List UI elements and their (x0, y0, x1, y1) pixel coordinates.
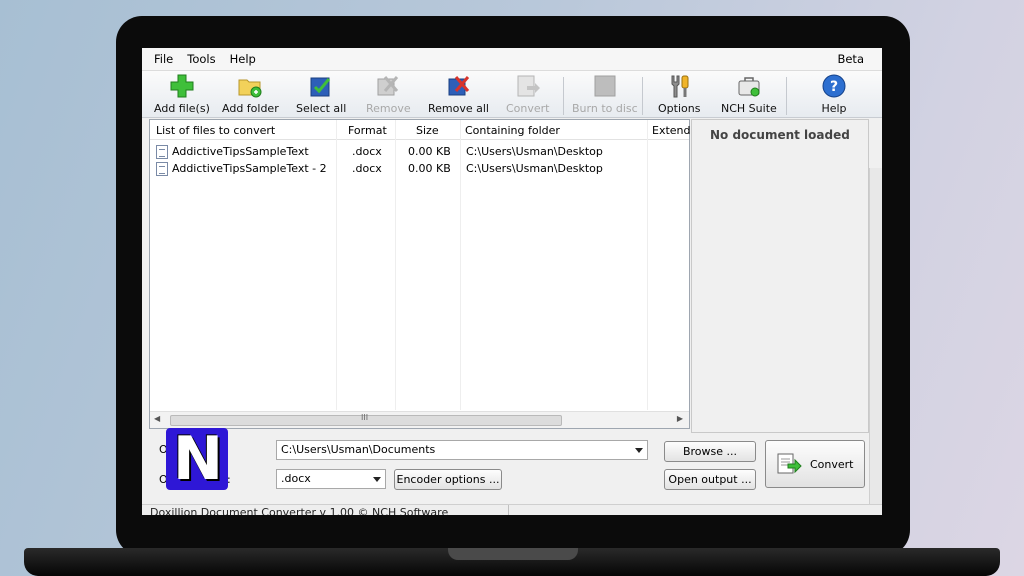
convert-doc-icon (776, 451, 802, 477)
convert-toolbar-label: Convert (506, 102, 550, 115)
chevron-down-icon[interactable] (373, 477, 381, 482)
preview-message: No document loaded (710, 128, 850, 142)
toolbar-separator (786, 77, 787, 115)
beta-label: Beta (837, 52, 864, 66)
scroll-left-icon[interactable]: ◀ (154, 414, 160, 423)
scrollbar-thumb[interactable]: III (170, 413, 562, 426)
nch-suite-label: NCH Suite (721, 102, 777, 115)
remove-all-button[interactable]: Remove all (428, 73, 489, 117)
table-row[interactable]: AddictiveTipsSampleText - 2 .docx 0.00 K… (150, 161, 689, 177)
output-format-select[interactable]: .docx (276, 469, 386, 489)
table-row[interactable]: AddictiveTipsSampleText .docx 0.00 KB C:… (150, 144, 689, 160)
options-label: Options (658, 102, 701, 115)
remove-label: Remove (366, 102, 411, 115)
convert-label: Convert (810, 457, 854, 471)
laptop-notch (448, 548, 578, 560)
file-list[interactable]: List of files to convert Format Size Con… (149, 119, 690, 429)
file-name: AddictiveTipsSampleText (172, 145, 309, 158)
vertical-scrollbar[interactable] (869, 168, 882, 515)
remove-icon (375, 73, 401, 99)
status-text: Doxillion Document Converter v 1.00 © NC… (150, 506, 449, 515)
file-folder: C:\Users\Usman\Desktop (466, 145, 603, 158)
column-header-folder[interactable]: Containing folder (465, 124, 560, 137)
app-window: File Tools Help Beta Add file(s) Add fol… (142, 48, 882, 515)
file-list-header: List of files to convert Format Size Con… (150, 120, 690, 140)
file-size: 0.00 KB (408, 145, 451, 158)
convert-button[interactable]: Convert (765, 440, 865, 488)
remove-all-icon (446, 73, 472, 99)
open-output-button[interactable]: Open output ... (664, 469, 756, 490)
menu-bar: File Tools Help Beta (142, 48, 882, 70)
checkbox-checked-icon (308, 73, 334, 99)
menu-help[interactable]: Help (230, 52, 256, 66)
menu-file[interactable]: File (154, 52, 173, 66)
column-header-extended[interactable]: Extende (652, 124, 690, 137)
status-divider (508, 505, 509, 515)
select-all-label: Select all (296, 102, 347, 115)
convert-toolbar-button[interactable]: Convert (506, 73, 550, 117)
file-format: .docx (352, 162, 382, 175)
column-header-format[interactable]: Format (348, 124, 387, 137)
file-size: 0.00 KB (408, 162, 451, 175)
watermark-logo: N (166, 428, 228, 490)
scrollbar-grip: III (361, 413, 369, 422)
toolbox-icon (736, 73, 762, 99)
output-folder-value: C:\Users\Usman\Documents (281, 443, 436, 456)
burn-disc-icon (592, 73, 618, 99)
svg-text:?: ? (830, 79, 838, 95)
horizontal-scrollbar[interactable]: ◀ III ▶ (150, 411, 689, 428)
add-files-label: Add file(s) (154, 102, 210, 115)
add-files-button[interactable]: Add file(s) (154, 73, 210, 117)
add-folder-button[interactable]: Add folder (222, 73, 279, 117)
toolbar: Add file(s) Add folder Select all Remove (142, 70, 882, 118)
convert-doc-icon (515, 73, 541, 99)
help-button[interactable]: ? Help (821, 73, 847, 117)
folder-add-icon (237, 73, 263, 99)
remove-all-label: Remove all (428, 102, 489, 115)
browse-button[interactable]: Browse ... (664, 441, 756, 462)
file-folder: C:\Users\Usman\Desktop (466, 162, 603, 175)
output-format-value: .docx (281, 472, 311, 485)
options-button[interactable]: Options (658, 73, 700, 117)
toolbar-separator (563, 77, 564, 115)
nch-suite-button[interactable]: NCH Suite (721, 73, 777, 117)
help-icon: ? (821, 73, 847, 99)
remove-button[interactable]: Remove (366, 73, 411, 117)
output-folder-input[interactable]: C:\Users\Usman\Documents (276, 440, 648, 460)
status-bar: Doxillion Document Converter v 1.00 © NC… (142, 504, 882, 515)
wrench-icon (666, 73, 692, 99)
document-icon (156, 145, 168, 159)
plus-icon (169, 73, 195, 99)
preview-pane: No document loaded (691, 119, 869, 433)
encoder-options-button[interactable]: Encoder options ... (394, 469, 502, 490)
help-label: Help (821, 102, 847, 115)
column-header-size[interactable]: Size (416, 124, 439, 137)
select-all-button[interactable]: Select all (296, 73, 346, 117)
file-format: .docx (352, 145, 382, 158)
chevron-down-icon[interactable] (635, 448, 643, 453)
column-header-files[interactable]: List of files to convert (156, 124, 275, 137)
file-name: AddictiveTipsSampleText - 2 (172, 162, 327, 175)
toolbar-separator (642, 77, 643, 115)
menu-tools[interactable]: Tools (187, 52, 215, 66)
scroll-right-icon[interactable]: ▶ (677, 414, 683, 423)
burn-to-disc-button[interactable]: Burn to disc (572, 73, 638, 117)
add-folder-label: Add folder (222, 102, 279, 115)
burn-to-disc-label: Burn to disc (572, 102, 638, 115)
document-icon (156, 162, 168, 176)
